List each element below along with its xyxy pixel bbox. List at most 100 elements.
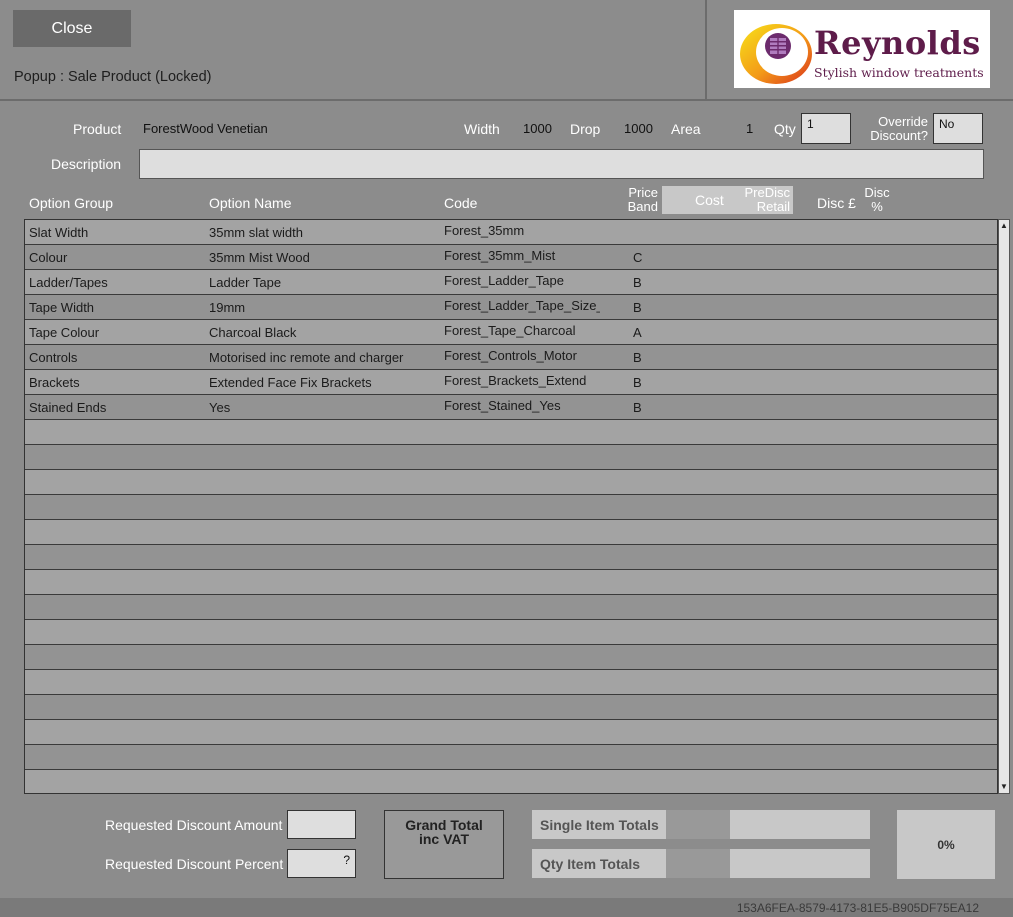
option-group-cell: Ladder/Tapes [29, 275, 108, 290]
col-disc-amount: Disc £ [817, 195, 856, 211]
option-name-cell: 19mm [209, 300, 246, 315]
code-cell: Forest_35mm_Mist [444, 248, 556, 263]
option-name-cell: Ladder Tape [209, 275, 282, 290]
table-row[interactable]: Colour 35mm Mist Wood Forest_35mm_Mist C [25, 245, 997, 270]
grand-total-box: Grand Total inc VAT [384, 810, 504, 879]
col-disc-percent: Disc % [864, 185, 890, 214]
code-cell: Forest_35mm [444, 223, 525, 238]
table-row[interactable]: Brackets Extended Face Fix Brackets Forest… [25, 370, 997, 395]
req-discount-amount-field[interactable] [287, 810, 356, 839]
description-label: Description [51, 156, 122, 172]
price-band-cell: C [633, 250, 643, 265]
close-button[interactable]: Close [13, 10, 131, 47]
scroll-down-icon[interactable]: ▼ [1000, 783, 1008, 791]
empty-row[interactable] [25, 495, 997, 520]
logo-emblem-icon [740, 24, 812, 84]
req-discount-percent-label: Requested Discount Percent [105, 856, 284, 872]
option-name-cell: Motorised inc remote and charger [209, 350, 404, 365]
code-cell: Forest_Tape_Charcoal [444, 323, 576, 338]
price-band-cell: B [633, 275, 642, 290]
option-group-cell: Stained Ends [29, 400, 107, 415]
popup-title: Popup : Sale Product (Locked) [14, 69, 212, 85]
logo-wordmark: Reynolds [814, 24, 981, 62]
override-discount-field[interactable]: No [933, 113, 983, 144]
single-item-retail-total [730, 810, 870, 839]
price-band-cell: B [633, 350, 642, 365]
code-cell: Forest_Ladder_Tape_Size_19mm [444, 298, 600, 313]
price-band-cell: B [633, 300, 642, 315]
table-row[interactable]: Stained Ends Yes Forest_Stained_Yes B [25, 395, 997, 420]
empty-row[interactable] [25, 770, 997, 793]
option-group-cell: Controls [29, 350, 78, 365]
code-cell: Forest_Ladder_Tape [444, 273, 564, 288]
empty-row[interactable] [25, 645, 997, 670]
option-group-cell: Brackets [29, 375, 80, 390]
empty-row[interactable] [25, 445, 997, 470]
option-name-cell: 35mm Mist Wood [209, 250, 310, 265]
area-label: Area [671, 121, 701, 137]
empty-row[interactable] [25, 720, 997, 745]
col-price-band: Price Band [627, 185, 658, 214]
req-discount-amount-label: Requested Discount Amount [105, 817, 283, 833]
qty-label: Qty [774, 121, 796, 137]
option-group-cell: Colour [29, 250, 68, 265]
status-footer: 153A6FEA-8579-4173-81E5-B905DF75EA12 [0, 898, 1013, 917]
option-name-cell: Yes [209, 400, 231, 415]
code-cell: Forest_Brackets_Extend [444, 373, 587, 388]
empty-row[interactable] [25, 745, 997, 770]
options-grid: Slat Width 35mm slat width Forest_35mm Colo… [24, 219, 998, 794]
table-row[interactable]: Controls Motorised inc remote and charger… [25, 345, 997, 370]
drop-value: 1000 [624, 121, 653, 136]
empty-row[interactable] [25, 695, 997, 720]
empty-row[interactable] [25, 420, 997, 445]
qty-item-cost-total [666, 849, 730, 878]
option-group-cell: Tape Width [29, 300, 95, 315]
empty-row[interactable] [25, 620, 997, 645]
grid-scrollbar[interactable]: ▲ ▼ [998, 219, 1010, 794]
grand-total-label: Grand Total inc VAT [405, 817, 483, 847]
reynolds-logo: Reynolds Stylish window treatments [734, 10, 990, 88]
record-id: 153A6FEA-8579-4173-81E5-B905DF75EA12 [736, 901, 979, 915]
empty-row[interactable] [25, 595, 997, 620]
logo-tagline: Stylish window treatments [814, 65, 984, 80]
single-item-cost-total [666, 810, 730, 839]
req-discount-percent-field[interactable]: ? [287, 849, 356, 878]
table-row[interactable]: Tape Width 19mm Forest_Ladder_Tape_Size_19… [25, 295, 997, 320]
single-item-totals-label: Single Item Totals [532, 810, 666, 839]
empty-row[interactable] [25, 570, 997, 595]
discount-percent-box: 0% [897, 810, 995, 879]
col-option-name: Option Name [209, 195, 292, 211]
table-row[interactable]: Ladder/Tapes Ladder Tape Forest_Ladder_Tap… [25, 270, 997, 295]
option-group-cell: Tape Colour [29, 325, 100, 340]
width-label: Width [464, 121, 500, 137]
product-value: ForestWood Venetian [143, 121, 268, 136]
override-discount-label: Override Discount? [870, 114, 928, 143]
product-label: Product [73, 121, 122, 137]
description-field[interactable] [139, 149, 984, 179]
option-name-cell: Charcoal Black [209, 325, 297, 340]
qty-item-retail-total [730, 849, 870, 878]
col-cost: Cost [695, 192, 724, 208]
code-cell: Forest_Stained_Yes [444, 398, 561, 413]
option-name-cell: 35mm slat width [209, 225, 303, 240]
empty-row[interactable] [25, 470, 997, 495]
option-group-cell: Slat Width [29, 225, 89, 240]
popup-header: Close Popup : Sale Product (Locked) Reyn… [0, 0, 1013, 101]
empty-row[interactable] [25, 545, 997, 570]
scroll-up-icon[interactable]: ▲ [1000, 222, 1008, 230]
empty-row[interactable] [25, 520, 997, 545]
empty-row[interactable] [25, 670, 997, 695]
qty-field[interactable]: 1 [801, 113, 851, 144]
col-predisc-retail: PreDisc Retail [744, 185, 790, 214]
col-option-group: Option Group [29, 195, 114, 211]
area-value: 1 [746, 121, 754, 136]
width-value: 1000 [523, 121, 552, 136]
price-band-cell: A [633, 325, 642, 340]
header-divider [705, 0, 707, 99]
option-name-cell: Extended Face Fix Brackets [209, 375, 372, 390]
qty-item-totals-label: Qty Item Totals [532, 849, 666, 878]
col-code: Code [444, 195, 478, 211]
table-row[interactable]: Tape Colour Charcoal Black Forest_Tape_Cha… [25, 320, 997, 345]
table-row[interactable]: Slat Width 35mm slat width Forest_35mm [25, 220, 997, 245]
price-band-cell: B [633, 375, 642, 390]
